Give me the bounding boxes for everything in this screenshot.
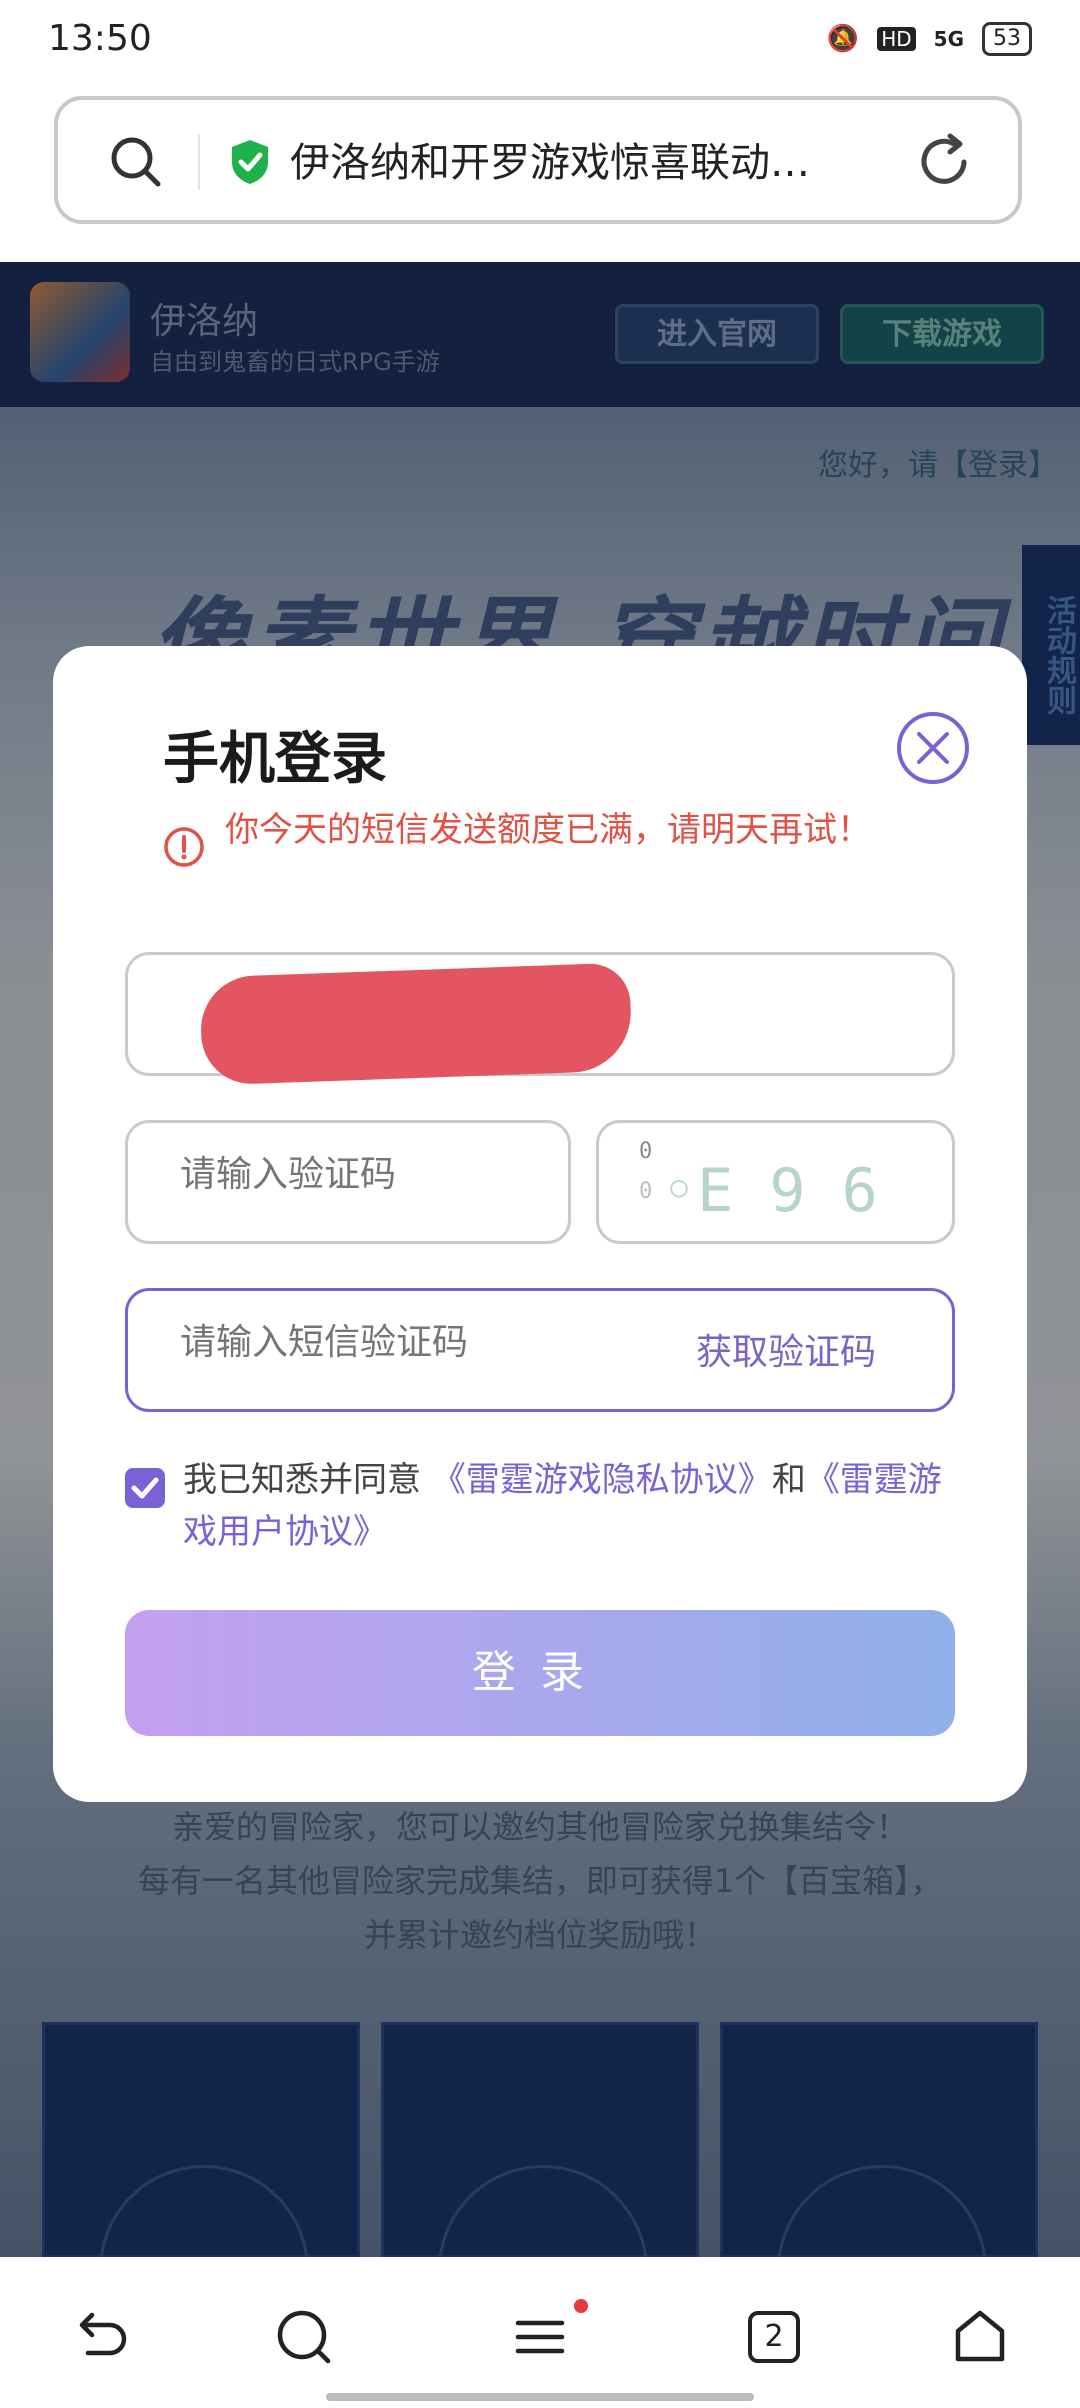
url-title[interactable]: 伊洛纳和开罗游戏惊喜联动… (290, 130, 890, 188)
status-time: 13:50 (48, 18, 152, 59)
back-icon[interactable] (70, 2305, 134, 2369)
shield-check-icon (232, 140, 268, 184)
get-code-button[interactable]: 获取验证码 (696, 1323, 876, 1375)
redaction-mark (199, 962, 633, 1086)
notification-dot (574, 2299, 588, 2313)
hd-icon: HD (877, 27, 916, 51)
captcha-field[interactable] (125, 1120, 571, 1244)
login-modal: 手机登录 你今天的短信发送额度已满，请明天再试！ 0 0 ◦E 9 6 获取验证… (53, 646, 1027, 1802)
modal-title: 手机登录 (163, 727, 387, 792)
search-icon[interactable] (106, 132, 166, 192)
network-icon: 5G (933, 27, 964, 51)
status-bar: 13:50 🔕 HD 5G 53 (0, 0, 1080, 90)
search-icon[interactable] (272, 2305, 336, 2369)
home-icon[interactable] (948, 2305, 1012, 2369)
check-icon (131, 1477, 159, 1499)
sms-code-input[interactable] (178, 1321, 602, 1364)
svg-text:0: 0 (639, 1179, 652, 1204)
menu-icon[interactable] (508, 2305, 572, 2369)
svg-text:0: 0 (639, 1139, 652, 1164)
mute-icon: 🔕 (826, 24, 860, 54)
privacy-policy-link[interactable]: 《雷霆游戏隐私协议》 (432, 1460, 772, 1500)
agreement-checkbox[interactable] (125, 1468, 165, 1508)
agreement-text: 我已知悉并同意 《雷霆游戏隐私协议》和《雷霆游戏用户协议》 (183, 1454, 963, 1558)
url-bar[interactable]: 伊洛纳和开罗游戏惊喜联动… (54, 96, 1022, 224)
captcha-image[interactable]: 0 0 ◦E 9 6 (596, 1120, 955, 1244)
reload-icon[interactable] (914, 132, 974, 192)
bottom-nav: 2 (0, 2257, 1080, 2408)
captcha-text: ◦E 9 6 (661, 1156, 878, 1226)
error-message: 你今天的短信发送额度已满，请明天再试！ (225, 810, 871, 850)
login-button[interactable]: 登录 (125, 1610, 955, 1736)
status-icons: 🔕 HD 5G 53 (827, 22, 1032, 56)
agreement-prefix: 我已知悉并同意 (183, 1460, 421, 1500)
close-icon[interactable] (895, 710, 971, 786)
home-indicator[interactable] (326, 2393, 754, 2401)
error-icon (164, 827, 204, 867)
captcha-graphic[interactable]: 0 0 ◦E 9 6 (599, 1123, 952, 1241)
divider (198, 134, 200, 190)
battery-icon: 53 (982, 22, 1032, 56)
agreement-and: 和 (771, 1460, 806, 1500)
captcha-input[interactable] (178, 1153, 522, 1196)
sms-field[interactable]: 获取验证码 (125, 1288, 955, 1412)
tabs-count-button[interactable]: 2 (748, 2311, 800, 2363)
